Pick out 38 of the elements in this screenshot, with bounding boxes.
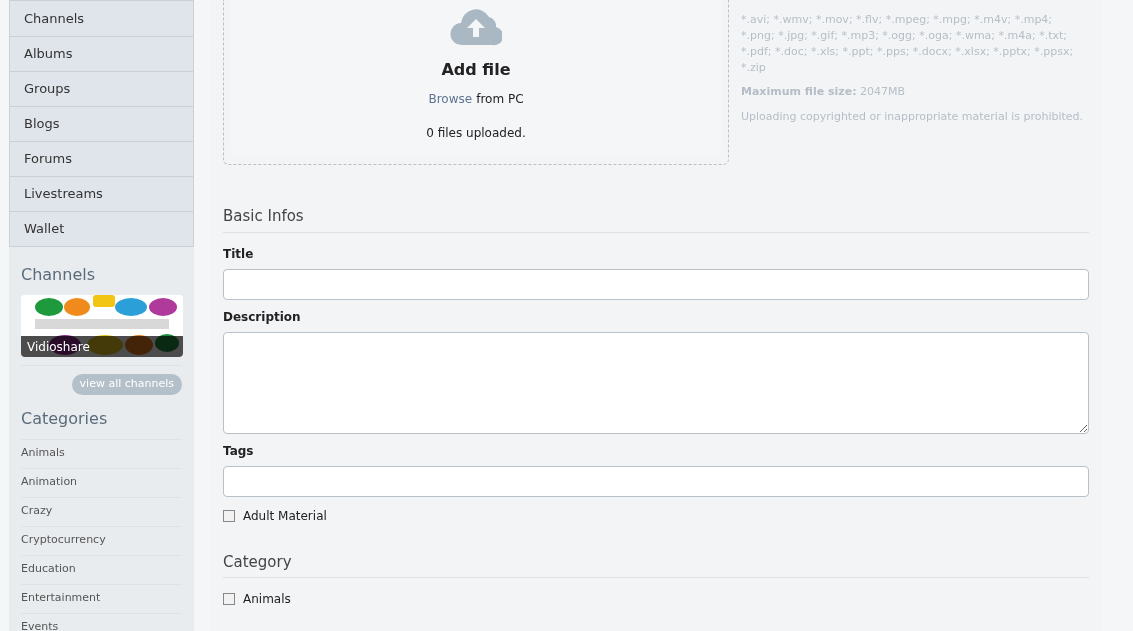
- nav-item[interactable]: Forums: [10, 141, 193, 176]
- section-heading: Channels: [21, 264, 97, 286]
- nav-item[interactable]: Livestreams: [10, 176, 193, 211]
- nav-item[interactable]: Groups: [10, 71, 193, 106]
- nav-item[interactable]: Albums: [10, 36, 193, 71]
- text-field[interactable]: [223, 268, 1089, 300]
- text-area[interactable]: [223, 331, 1089, 434]
- channel-caption: Vidioshare: [21, 336, 183, 357]
- category-link[interactable]: Crazy: [21, 496, 182, 526]
- category-link[interactable]: Events: [21, 612, 182, 631]
- upload-status: 0 files uploaded.: [426, 125, 526, 142]
- browse-link[interactable]: Browse: [428, 90, 473, 108]
- text-field[interactable]: [223, 465, 1089, 497]
- checkbox-label: Adult Material: [243, 507, 327, 525]
- browse-text: from PC: [476, 91, 524, 108]
- category-link[interactable]: Cryptocurrency: [21, 525, 182, 555]
- checkbox-label: Animals: [243, 591, 291, 608]
- category-link[interactable]: Entertainment: [21, 583, 182, 613]
- category-link[interactable]: Education: [21, 554, 182, 584]
- section-heading: Category: [223, 550, 1089, 578]
- field-label: Tags: [223, 442, 255, 460]
- category-link[interactable]: Animation: [21, 467, 182, 497]
- upload-title: Add file: [441, 59, 511, 81]
- upload-notice: Uploading copyrighted or inappropriate material is prohibited.: [741, 108, 1085, 125]
- checkbox[interactable]: [223, 509, 235, 522]
- nav-item[interactable]: Wallet: [10, 211, 193, 246]
- cloud-upload-icon: [450, 8, 502, 46]
- upload-dropzone[interactable]: Add file Browse from PC 0 files uploaded.: [223, 0, 729, 165]
- section-heading: Categories: [21, 407, 109, 430]
- category-link[interactable]: Animals: [21, 438, 182, 468]
- nav-item[interactable]: Channels: [10, 1, 193, 36]
- allowed-extensions: *.avi; *.wmv; *.mov; *.flv; *.mpeg; *.mpg; *.m4v; *.mp4; *.png; *.jpg; *.gif; *.mp3; *.ogg; *.oga; *.wma; *.m4a; *.txt; *.pdf; *.doc; *.xls; *.ppt; *.pps; *.docx; *.xlsx; *.pptx; *.ppsx; *.zip: [741, 12, 1075, 76]
- field-label: Description: [223, 308, 302, 326]
- max-file-size: Maximum file size: 2047MB: [741, 84, 907, 100]
- field-label: Title: [223, 245, 255, 263]
- section-heading: Basic Infos: [223, 205, 1089, 233]
- checkbox[interactable]: [223, 593, 235, 605]
- nav-item[interactable]: Blogs: [10, 106, 193, 141]
